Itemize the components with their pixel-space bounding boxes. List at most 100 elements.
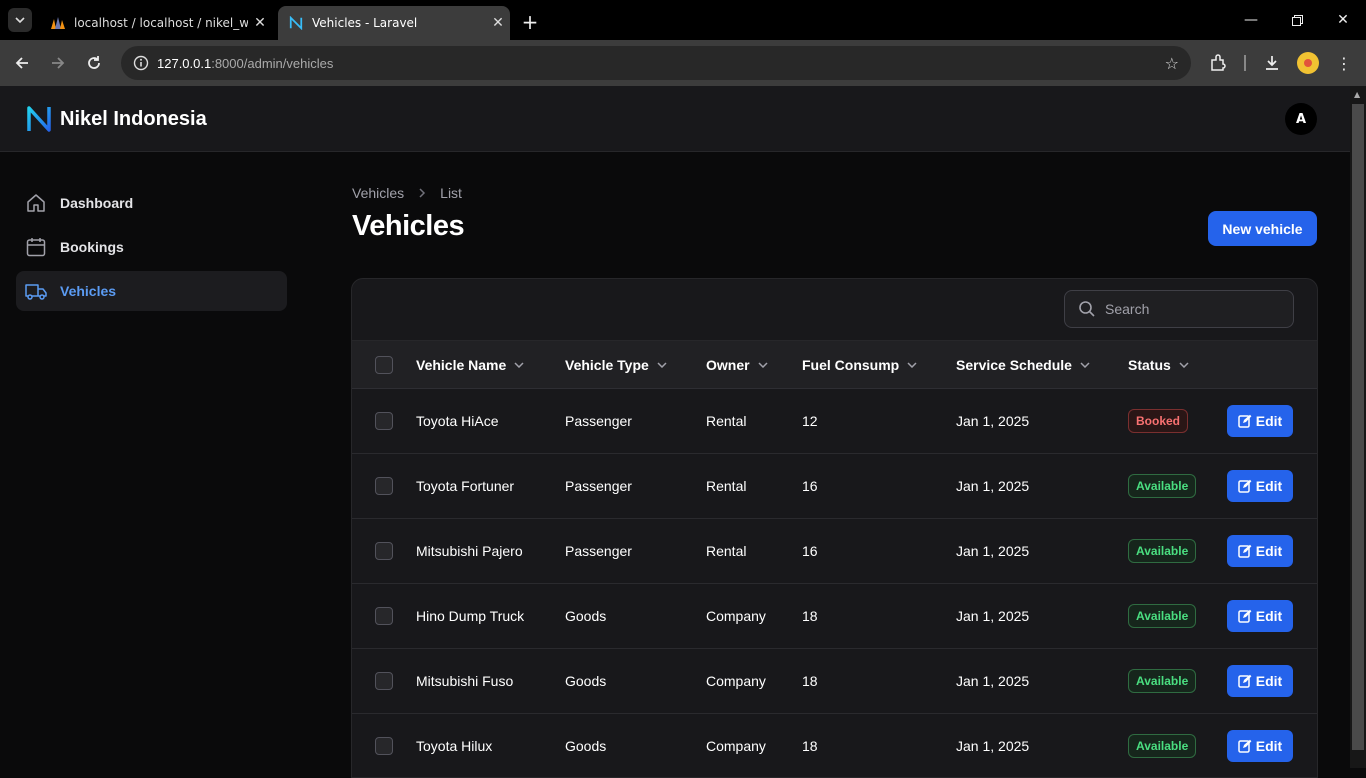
sidebar-item-bookings[interactable]: Bookings <box>16 227 287 267</box>
chevron-down-icon <box>907 362 917 368</box>
back-arrow-icon[interactable] <box>9 50 35 76</box>
extensions-icon[interactable] <box>1205 50 1231 76</box>
phpmyadmin-icon <box>50 15 66 31</box>
column-header-owner[interactable]: Owner <box>706 341 768 389</box>
home-icon <box>24 191 48 215</box>
status-badge: Available <box>1128 604 1197 628</box>
edit-icon <box>1238 674 1252 688</box>
site-info-icon[interactable] <box>125 55 157 71</box>
status-badge: Available <box>1128 539 1197 563</box>
calendar-icon <box>24 235 48 259</box>
cell-owner: Company <box>706 673 766 689</box>
sidebar-item-vehicles[interactable]: Vehicles <box>16 271 287 311</box>
table-row[interactable]: Mitsubishi Fuso Goods Company 18 Jan 1, … <box>352 649 1317 714</box>
sidebar-item-label: Bookings <box>60 239 124 255</box>
bookmark-star-icon[interactable]: ☆ <box>1165 54 1179 73</box>
column-header-vehicle-name[interactable]: Vehicle Name <box>416 341 524 389</box>
cell-fuel-consump: 18 <box>802 738 818 754</box>
cell-service-schedule: Jan 1, 2025 <box>956 673 1030 689</box>
close-icon[interactable]: ✕ <box>486 15 510 31</box>
table-row[interactable]: Toyota Fortuner Passenger Rental 16 Jan … <box>352 454 1317 519</box>
column-header-vehicle-type[interactable]: Vehicle Type <box>565 341 667 389</box>
edit-button[interactable]: Edit <box>1227 405 1293 437</box>
cell-fuel-consump: 16 <box>802 478 818 494</box>
chevron-down-icon <box>514 362 524 368</box>
cell-owner: Rental <box>706 478 747 494</box>
browser-tab-phpmyadmin[interactable]: localhost / localhost / nikel_we ✕ <box>40 6 272 40</box>
search-field[interactable] <box>1064 290 1294 328</box>
status-badge: Booked <box>1128 409 1189 433</box>
select-all-checkbox[interactable] <box>375 356 393 374</box>
profile-avatar[interactable] <box>1297 52 1319 74</box>
table-row[interactable]: Mitsubishi Pajero Passenger Rental 16 Ja… <box>352 519 1317 584</box>
column-header-fuel-consump[interactable]: Fuel Consump <box>802 341 917 389</box>
row-checkbox[interactable] <box>375 737 393 755</box>
edit-button[interactable]: Edit <box>1227 535 1293 567</box>
cell-owner: Rental <box>706 543 747 559</box>
cell-fuel-consump: 16 <box>802 543 818 559</box>
brand-name: Nikel Indonesia <box>60 107 207 130</box>
toolbar-divider <box>1244 55 1246 71</box>
reload-icon[interactable] <box>81 50 107 76</box>
row-checkbox[interactable] <box>375 477 393 495</box>
scrollbar-thumb[interactable] <box>1352 104 1364 750</box>
row-checkbox[interactable] <box>375 542 393 560</box>
edit-icon <box>1238 414 1252 428</box>
row-checkbox[interactable] <box>375 412 393 430</box>
scroll-up-arrow-icon[interactable]: ▲ <box>1354 90 1360 99</box>
address-bar[interactable]: 127.0.0.1:8000/admin/vehicles ☆ <box>121 46 1191 80</box>
breadcrumb-list: List <box>440 185 462 201</box>
search-input[interactable] <box>1105 301 1275 317</box>
row-checkbox[interactable] <box>375 672 393 690</box>
edit-icon <box>1238 479 1252 493</box>
more-menu-icon[interactable]: ⋮ <box>1331 50 1357 76</box>
table-toolbar <box>352 279 1317 340</box>
new-tab-button[interactable]: + <box>518 10 542 34</box>
user-avatar[interactable]: A <box>1285 103 1317 135</box>
download-icon[interactable] <box>1259 50 1285 76</box>
cell-fuel-consump: 18 <box>802 673 818 689</box>
table-row[interactable]: Hino Dump Truck Goods Company 18 Jan 1, … <box>352 584 1317 649</box>
cell-vehicle-name: Hino Dump Truck <box>416 608 525 624</box>
restore-icon[interactable] <box>1274 8 1320 32</box>
row-checkbox[interactable] <box>375 607 393 625</box>
page-scrollbar[interactable]: ▲ <box>1350 86 1366 768</box>
column-header-service-schedule[interactable]: Service Schedule <box>956 341 1090 389</box>
chevron-down-icon <box>758 362 768 368</box>
vehicles-table-card: Vehicle Name Vehicle Type Owner Fuel Con… <box>351 278 1318 778</box>
column-header-status[interactable]: Status <box>1128 341 1189 389</box>
table-row[interactable]: Toyota Hilux Goods Company 18 Jan 1, 202… <box>352 714 1317 777</box>
brand-logo[interactable]: Nikel Indonesia <box>26 105 207 133</box>
sidebar-item-dashboard[interactable]: Dashboard <box>16 183 287 223</box>
main-content: Vehicles List Vehicles New vehicle Vehic… <box>300 152 1350 778</box>
cell-service-schedule: Jan 1, 2025 <box>956 413 1030 429</box>
edit-button[interactable]: Edit <box>1227 730 1293 762</box>
cell-vehicle-name: Mitsubishi Pajero <box>416 543 523 559</box>
table-row[interactable]: Toyota HiAce Passenger Rental 12 Jan 1, … <box>352 389 1317 454</box>
browser-tab-vehicles[interactable]: Vehicles - Laravel ✕ <box>278 6 510 40</box>
browser-toolbar: 127.0.0.1:8000/admin/vehicles ☆ ⋮ <box>0 40 1366 86</box>
cell-vehicle-type: Passenger <box>565 543 632 559</box>
breadcrumb-vehicles[interactable]: Vehicles <box>352 185 404 201</box>
forward-arrow-icon[interactable] <box>45 50 71 76</box>
sidebar: Dashboard Bookings Vehicles <box>0 152 300 768</box>
edit-icon <box>1238 609 1252 623</box>
cell-owner: Rental <box>706 413 747 429</box>
cell-fuel-consump: 18 <box>802 608 818 624</box>
cell-owner: Company <box>706 608 766 624</box>
close-icon[interactable]: ✕ <box>248 15 272 31</box>
cell-service-schedule: Jan 1, 2025 <box>956 738 1030 754</box>
edit-button[interactable]: Edit <box>1227 665 1293 697</box>
app-header: Nikel Indonesia A <box>0 86 1350 152</box>
cell-vehicle-name: Toyota Fortuner <box>416 478 515 494</box>
chevron-right-icon <box>418 185 426 201</box>
tab-title: localhost / localhost / nikel_we <box>74 16 248 30</box>
edit-button[interactable]: Edit <box>1227 470 1293 502</box>
page-title: Vehicles <box>352 210 465 242</box>
tab-search-button[interactable] <box>8 8 32 32</box>
window-close-icon[interactable]: ✕ <box>1320 8 1366 32</box>
edit-button[interactable]: Edit <box>1227 600 1293 632</box>
sidebar-item-label: Dashboard <box>60 195 134 211</box>
minimize-icon[interactable]: — <box>1228 8 1274 32</box>
new-vehicle-button[interactable]: New vehicle <box>1208 211 1317 246</box>
